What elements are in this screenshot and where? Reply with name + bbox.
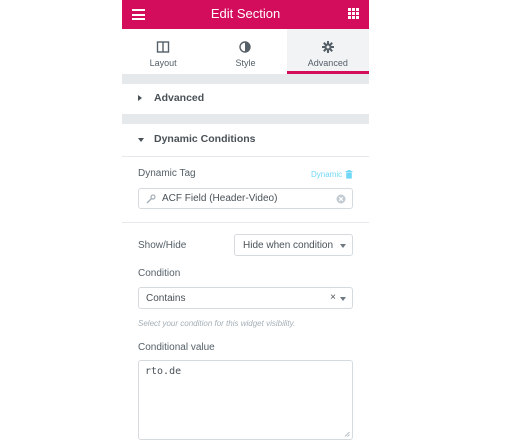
clear-icon[interactable] [336,194,346,204]
tab-bar: Layout Style Advanced [122,29,369,74]
show-hide-value: Hide when condition [243,240,334,251]
tab-label: Advanced [307,58,348,68]
conditional-value-label: Conditional value [138,342,215,353]
tab-advanced[interactable]: Advanced [286,29,369,74]
section-gap [122,114,369,124]
section-advanced[interactable]: Advanced [122,84,369,114]
panel-title: Edit Section [210,6,281,21]
dynamic-tag-label: Dynamic Tag [138,168,196,179]
panel-header: Edit Section [122,0,369,29]
tab-style[interactable]: Style [204,29,286,74]
condition-label: Condition [138,268,181,279]
chevron-down-icon [340,297,346,301]
show-hide-label: Show/Hide [138,240,187,251]
dynamic-tag-value: ACF Field (Header-Video) [162,193,278,204]
tab-label: Style [235,58,256,68]
grid-icon[interactable] [348,8,359,19]
dynamic-tag-field[interactable]: ACF Field (Header-Video) [138,188,353,209]
resize-handle-icon[interactable] [344,431,350,437]
conditional-value-textarea[interactable]: rto.de [138,360,353,440]
wrench-icon [146,194,156,204]
trash-icon[interactable] [345,170,353,179]
section-gap [122,74,369,84]
condition-hint: Select your condition for this widget vi… [138,319,296,328]
caret-down-icon [138,138,144,142]
divider [122,156,369,157]
section-title: Advanced [154,92,205,104]
section-title: Dynamic Conditions [154,133,256,145]
tab-layout[interactable]: Layout [122,29,204,74]
section-dynamic-conditions[interactable]: Dynamic Conditions [122,125,369,155]
conditional-value-text: rto.de [145,366,182,377]
condition-value: Contains [146,293,186,304]
dynamic-link[interactable]: Dynamic [311,170,342,179]
editor-panel: Edit Section Layout Style Advanced Advan… [122,0,369,448]
divider [122,222,369,223]
caret-right-icon [138,95,142,101]
gear-icon [321,41,334,53]
columns-icon [156,41,170,53]
chevron-down-icon [340,244,346,248]
condition-select[interactable]: Contains × [138,287,353,309]
clear-icon[interactable]: × [330,292,336,303]
tab-label: Layout [149,58,177,68]
show-hide-select[interactable]: Hide when condition [234,234,353,256]
half-circle-icon [239,41,252,53]
